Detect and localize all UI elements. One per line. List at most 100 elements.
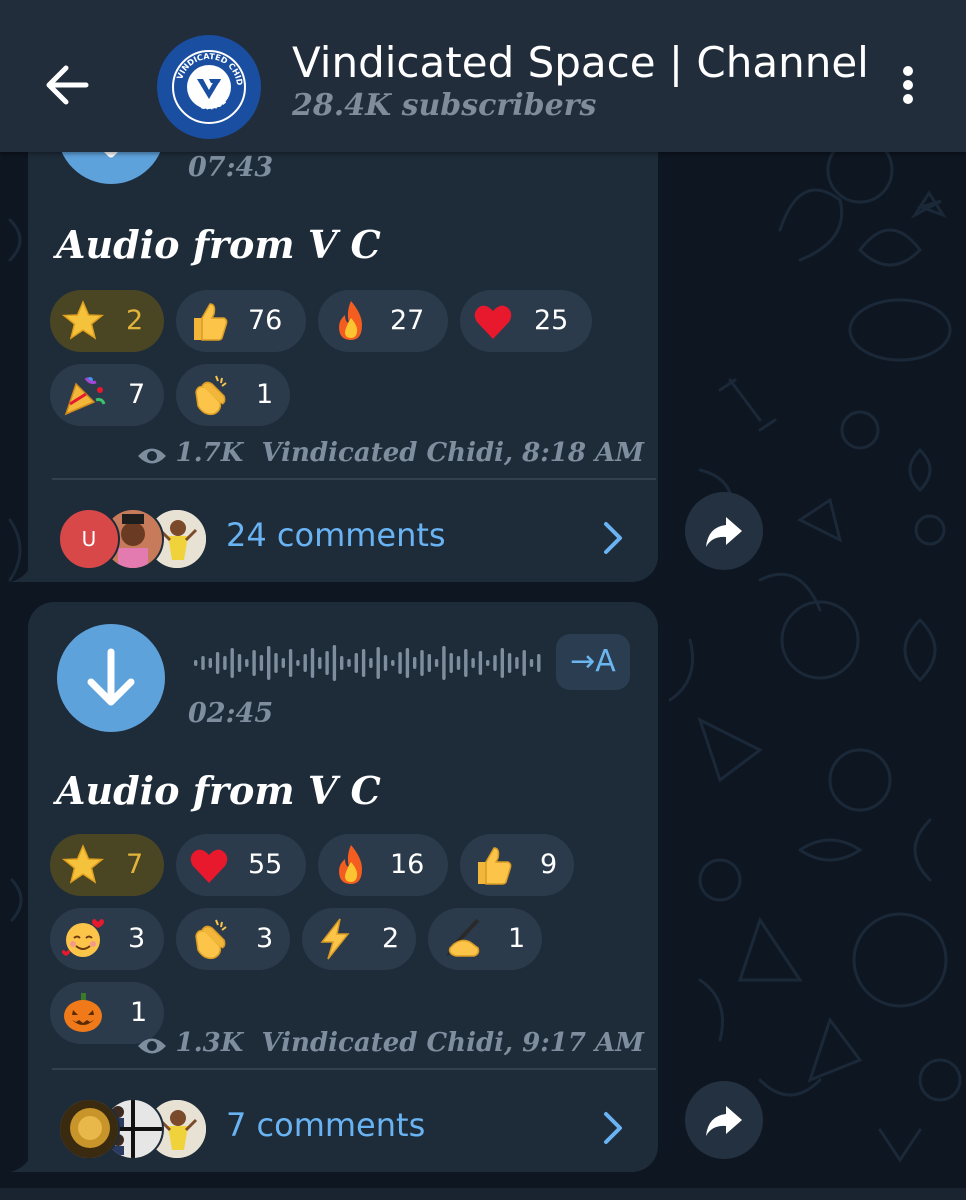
waveform-bar bbox=[427, 654, 431, 672]
reaction-fire[interactable]: 27 bbox=[318, 290, 448, 352]
waveform-bar bbox=[413, 657, 417, 669]
voice-message: →A 02:45 Audio from V C 7 55 16 9 3 3 2 … bbox=[28, 602, 658, 1172]
reaction-high-voltage[interactable]: 2 bbox=[302, 908, 416, 970]
clapping-hands-icon bbox=[195, 375, 227, 416]
reaction-party-popper[interactable]: 7 bbox=[50, 364, 164, 426]
message-meta: 1.3K Vindicated Chidi, 9:17 AM bbox=[136, 1028, 644, 1058]
jack-o-lantern-icon bbox=[64, 993, 102, 1032]
waveform-bar bbox=[529, 659, 534, 667]
reaction-star[interactable]: 2 bbox=[50, 290, 164, 352]
fire-icon bbox=[339, 301, 362, 340]
divider bbox=[52, 1068, 656, 1070]
reaction-thumbs-up[interactable]: 76 bbox=[176, 290, 306, 352]
author-time: Vindicated Chidi, 8:18 AM bbox=[261, 438, 644, 468]
comments-button[interactable]: U 24 comments bbox=[28, 488, 658, 588]
star-icon bbox=[61, 300, 105, 340]
reaction-count: 1 bbox=[508, 923, 526, 954]
waveform-bar bbox=[281, 658, 285, 668]
back-button[interactable] bbox=[40, 58, 94, 112]
reaction-thumbs-up[interactable]: 9 bbox=[460, 834, 574, 896]
reaction-clapping-hands[interactable]: 3 bbox=[176, 908, 290, 970]
smiling-face-with-hearts-icon bbox=[62, 919, 104, 957]
waveform-bar bbox=[391, 660, 395, 666]
waveform-bar bbox=[405, 648, 410, 678]
reaction-count: 25 bbox=[534, 305, 569, 336]
waveform-bar bbox=[471, 658, 475, 668]
channel-title[interactable]: Vindicated Space | Channel bbox=[292, 38, 869, 87]
reaction-count: 7 bbox=[128, 379, 146, 410]
transcribe-button[interactable]: →A bbox=[556, 634, 630, 690]
reaction-count: 55 bbox=[248, 849, 283, 880]
waveform-bar bbox=[500, 648, 504, 678]
star-icon bbox=[61, 844, 105, 884]
view-count: 1.3K bbox=[175, 1028, 244, 1058]
waveform-bar bbox=[522, 650, 526, 676]
comments-button[interactable]: 7 comments bbox=[28, 1078, 658, 1178]
dot-icon bbox=[903, 94, 913, 104]
share-arrow-icon bbox=[706, 1106, 742, 1136]
channel-avatar[interactable]: VINDICATED CHIDI SPACE bbox=[156, 28, 261, 139]
share-button[interactable] bbox=[685, 492, 763, 570]
waveform-bar bbox=[310, 648, 315, 678]
waveform-bar bbox=[515, 657, 519, 669]
thumbs-up-icon bbox=[194, 303, 228, 341]
reaction-heart[interactable]: 25 bbox=[460, 290, 592, 352]
message-caption: Audio from V C bbox=[56, 222, 381, 267]
waveform-bar bbox=[369, 658, 373, 668]
dot-icon bbox=[903, 66, 913, 76]
dot-icon bbox=[903, 80, 913, 90]
heart-icon bbox=[190, 849, 228, 883]
waveform-bar bbox=[259, 655, 264, 671]
waveform-bar bbox=[420, 650, 424, 676]
chevron-right-icon bbox=[604, 522, 622, 554]
download-button[interactable] bbox=[57, 624, 165, 732]
message-meta: 1.7K Vindicated Chidi, 8:18 AM bbox=[136, 438, 644, 468]
waveform-bar bbox=[208, 658, 212, 668]
reaction-smiling-face-with-hearts[interactable]: 3 bbox=[50, 908, 164, 970]
waveform-bar bbox=[449, 653, 453, 673]
waveform-bar bbox=[486, 660, 490, 666]
voice-message: 07:43 Audio from V C 2 76 27 25 7 1 1.7K… bbox=[28, 76, 658, 582]
waveform-bar bbox=[296, 660, 300, 666]
waveform-bar bbox=[537, 654, 541, 672]
waveform-bar bbox=[507, 653, 512, 673]
avatar: U bbox=[58, 508, 120, 570]
bottom-bar bbox=[0, 1188, 966, 1200]
commenter-avatars bbox=[58, 1098, 208, 1160]
waveform-bar bbox=[383, 655, 388, 671]
waveform-bar bbox=[347, 659, 351, 667]
reaction-star[interactable]: 7 bbox=[50, 834, 164, 896]
waveform-bar bbox=[267, 646, 271, 680]
clapping-hands-icon bbox=[195, 919, 227, 960]
waveform-bar bbox=[464, 649, 468, 677]
chevron-right-icon bbox=[604, 1112, 622, 1144]
views-eye-icon bbox=[137, 448, 166, 464]
waveform-bar bbox=[274, 653, 278, 673]
reaction-fire[interactable]: 16 bbox=[318, 834, 448, 896]
reaction-heart[interactable]: 55 bbox=[176, 834, 306, 896]
heart-icon bbox=[474, 305, 512, 339]
waveform-bar bbox=[442, 646, 446, 680]
more-options-button[interactable] bbox=[888, 62, 928, 110]
share-button[interactable] bbox=[685, 1081, 763, 1159]
waveform-bar bbox=[354, 653, 358, 673]
commenter-avatars: U bbox=[58, 508, 208, 570]
reaction-count: 2 bbox=[126, 305, 144, 336]
waveform-bar bbox=[361, 649, 366, 677]
audio-waveform[interactable] bbox=[194, 644, 548, 682]
reaction-count: 7 bbox=[126, 849, 144, 880]
waveform-bar bbox=[434, 659, 439, 667]
reaction-writing-hand[interactable]: 1 bbox=[428, 908, 542, 970]
user-photo-icon bbox=[60, 1100, 118, 1158]
channel-logo-icon: VINDICATED CHIDI SPACE bbox=[156, 28, 259, 137]
waveform-bar bbox=[478, 651, 483, 675]
subscriber-count: 28.4K subscribers bbox=[292, 88, 597, 123]
high-voltage-icon bbox=[320, 918, 350, 960]
channel-header: VINDICATED CHIDI SPACE Vindicated Space … bbox=[0, 0, 966, 152]
comments-count: 24 comments bbox=[226, 516, 446, 554]
reaction-clapping-hands[interactable]: 1 bbox=[176, 364, 290, 426]
waveform-bar bbox=[493, 655, 497, 671]
waveform-bar bbox=[288, 649, 293, 677]
reaction-count: 3 bbox=[128, 923, 146, 954]
audio-duration: 07:43 bbox=[188, 152, 274, 183]
